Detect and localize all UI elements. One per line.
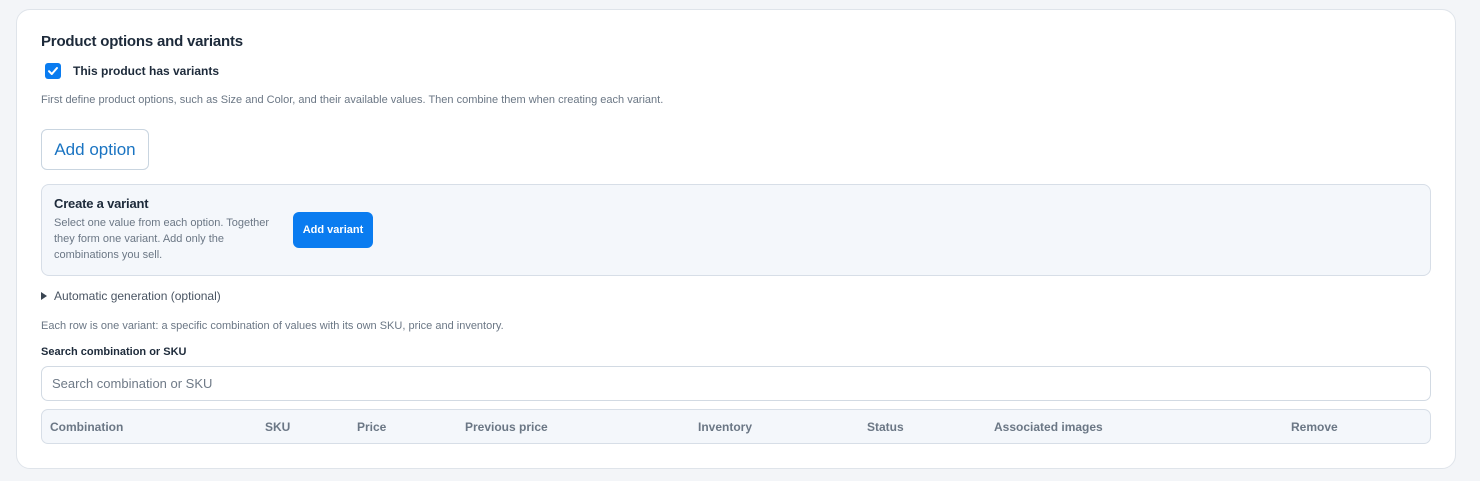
search-input[interactable] [41, 366, 1431, 401]
column-header-combination[interactable]: Combination [50, 420, 123, 434]
search-label: Search combination or SKU [41, 346, 187, 358]
variants-table-header: Combination SKU Price Previous price Inv… [41, 409, 1431, 444]
create-variant-title: Create a variant [54, 196, 149, 211]
automatic-generation-toggle[interactable]: Automatic generation (optional) [41, 289, 221, 303]
has-variants-checkbox[interactable] [45, 63, 61, 79]
automatic-generation-label[interactable]: Automatic generation (optional) [54, 289, 221, 303]
section-title: Product options and variants [41, 33, 243, 50]
column-header-associated-images[interactable]: Associated images [994, 420, 1103, 434]
has-variants-row[interactable]: This product has variants [45, 63, 219, 79]
create-variant-panel: Create a variant Select one value from e… [41, 184, 1431, 276]
checkmark-icon [48, 67, 58, 75]
column-header-sku[interactable]: SKU [265, 420, 290, 434]
column-header-previous-price[interactable]: Previous price [465, 420, 548, 434]
column-header-inventory[interactable]: Inventory [698, 420, 752, 434]
add-option-button[interactable]: Add option [41, 129, 149, 170]
options-help-text: First define product options, such as Si… [41, 94, 664, 106]
column-header-price[interactable]: Price [357, 420, 386, 434]
disclosure-triangle-icon [41, 292, 47, 300]
create-variant-description: Select one value from each option. Toget… [54, 217, 270, 261]
column-header-status[interactable]: Status [867, 420, 904, 434]
product-variants-card: Product options and variants This produc… [16, 9, 1456, 469]
add-variant-button[interactable]: Add variant [293, 212, 373, 248]
has-variants-label[interactable]: This product has variants [73, 64, 219, 78]
variants-help-text: Each row is one variant: a specific comb… [41, 320, 504, 332]
column-header-remove[interactable]: Remove [1291, 420, 1338, 434]
